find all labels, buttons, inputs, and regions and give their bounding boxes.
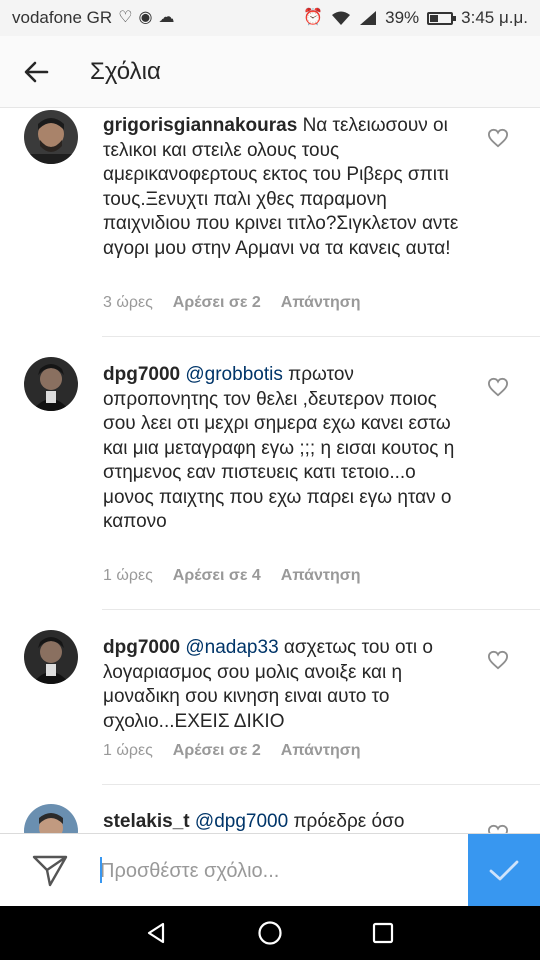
comment-text: dpg7000 @grobbotis πρωτον οπροπονητης το… — [103, 363, 468, 535]
triangle-back-icon — [147, 922, 164, 944]
divider — [102, 609, 540, 610]
comment-message: πρόεδρε όσο — [293, 811, 405, 832]
carrier-label: vodafone GR — [12, 8, 113, 27]
back-nav-button[interactable] — [137, 913, 177, 953]
media-icon: ◉ — [138, 9, 153, 26]
wifi-icon — [332, 11, 351, 25]
comment-time: 1 ώρες — [103, 567, 153, 584]
comment-composer — [0, 833, 540, 907]
battery-icon — [427, 11, 457, 25]
avatar[interactable] — [24, 110, 78, 164]
comment-meta: 1 ώρες Αρέσει σε 4 Απάντηση — [103, 567, 361, 585]
battery-percent: 39% — [385, 8, 420, 27]
page-title: Σχόλια — [90, 57, 161, 85]
text-caret — [100, 857, 102, 883]
home-nav-button[interactable] — [250, 913, 290, 953]
comment-username[interactable]: grigorisgiannakouras — [103, 115, 297, 136]
direct-send-icon[interactable] — [32, 854, 68, 888]
like-heart-icon[interactable] — [487, 824, 509, 833]
cloud-icon: ☁ — [158, 9, 175, 26]
status-bar: vodafone GR ♡ ◉ ☁ ⏰ 39% 3:45 μ.μ. — [0, 0, 540, 36]
divider — [102, 336, 540, 337]
comments-list[interactable]: grigorisgiannakouras Να τελειωσουν οι τε… — [0, 108, 540, 833]
post-button[interactable] — [468, 834, 540, 907]
arrow-left-icon — [24, 61, 49, 82]
likes-link[interactable]: Αρέσει σε 2 — [173, 294, 261, 312]
like-heart-icon[interactable] — [487, 128, 509, 148]
comment-time: 1 ώρες — [103, 742, 153, 759]
checkmark-icon — [489, 860, 519, 880]
signal-icon — [360, 11, 377, 25]
circle-home-icon — [258, 921, 282, 945]
avatar[interactable] — [24, 804, 78, 833]
recents-nav-button[interactable] — [363, 913, 403, 953]
comment-text: grigorisgiannakouras Να τελειωσουν οι τε… — [103, 114, 468, 261]
comment-username[interactable]: dpg7000 — [103, 364, 180, 385]
reply-link[interactable]: Απάντηση — [281, 294, 361, 312]
divider — [102, 784, 540, 785]
comment-username[interactable]: dpg7000 — [103, 637, 180, 658]
back-button[interactable] — [0, 36, 72, 108]
like-heart-icon[interactable] — [487, 377, 509, 397]
comment-text: dpg7000 @nadap33 ασχετως του οτι ο λογαρ… — [103, 636, 468, 734]
alarm-icon: ⏰ — [303, 9, 324, 26]
reply-link[interactable]: Απάντηση — [281, 742, 361, 760]
avatar[interactable] — [24, 357, 78, 411]
comment-mention[interactable]: @grobbotis — [185, 364, 282, 385]
comment-meta: 1 ώρες Αρέσει σε 2 Απάντηση — [103, 742, 361, 760]
comment-username[interactable]: stelakis_t — [103, 811, 190, 832]
like-heart-icon[interactable] — [487, 650, 509, 670]
reply-link[interactable]: Απάντηση — [281, 567, 361, 585]
app-bar: Σχόλια — [0, 36, 540, 108]
comment-time: 3 ώρες — [103, 294, 153, 311]
comment-message: πρωτον οπροπονητης τον θελει ,δευτερον π… — [103, 364, 455, 532]
comment-mention[interactable]: @nadap33 — [185, 637, 278, 658]
comment-mention[interactable]: @dpg7000 — [195, 811, 288, 832]
avatar[interactable] — [24, 630, 78, 684]
heart-notification-icon: ♡ — [118, 9, 133, 26]
comment-message: Να τελειωσουν οι τελικοι και στειλε ολου… — [103, 115, 459, 259]
comment-meta: 3 ώρες Αρέσει σε 2 Απάντηση — [103, 294, 361, 312]
system-nav-bar — [0, 906, 540, 960]
comment-text: stelakis_t @dpg7000 πρόεδρε όσο — [103, 810, 468, 833]
likes-link[interactable]: Αρέσει σε 4 — [173, 567, 261, 585]
square-recents-icon — [373, 922, 394, 944]
comment-input[interactable] — [100, 856, 460, 886]
clock: 3:45 μ.μ. — [461, 8, 528, 27]
likes-link[interactable]: Αρέσει σε 2 — [173, 742, 261, 760]
